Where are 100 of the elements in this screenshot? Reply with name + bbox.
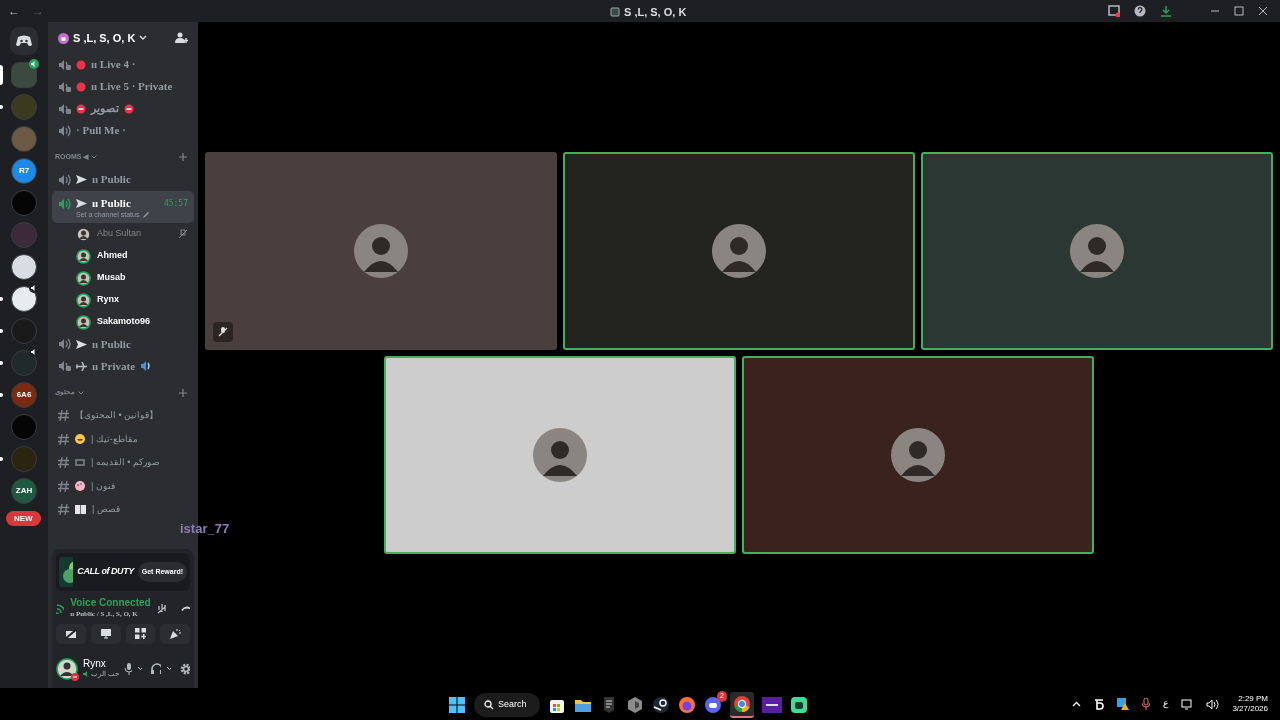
channel-item[interactable]: ıı Live 4 · [91, 56, 136, 73]
pencil-icon[interactable] [142, 211, 150, 219]
channel-item[interactable]: | قصص [92, 503, 120, 517]
user-avatar [712, 224, 766, 278]
shield-warning-icon[interactable] [1117, 698, 1130, 710]
clock-time[interactable]: 2:29 PM [1238, 694, 1268, 704]
dot-icon [76, 81, 86, 92]
channel-item[interactable]: | مقاطع-تيك [91, 432, 138, 446]
channel-item[interactable]: | فنون [91, 479, 115, 493]
dnd-status-icon [71, 672, 79, 681]
server-icon[interactable]: R7 [11, 158, 37, 184]
volume-icon[interactable] [1206, 698, 1220, 710]
screen-share-icon [99, 628, 112, 639]
add-member-icon[interactable] [175, 32, 188, 44]
voice-connected-label: Voice Connected [70, 597, 151, 609]
headphones-icon[interactable] [151, 662, 161, 675]
camera-off-button[interactable] [56, 623, 86, 644]
add-channel-icon[interactable] [179, 388, 187, 397]
muted-icon [218, 327, 228, 337]
settings-icon[interactable] [180, 662, 190, 675]
discord-taskbar-icon[interactable] [704, 696, 722, 714]
screen-share-button[interactable] [90, 623, 121, 644]
channel-item[interactable]: ıı Public [92, 171, 131, 188]
hexagon-icon[interactable] [626, 696, 644, 714]
camera-off-icon [64, 628, 77, 639]
inbox-icon[interactable] [1108, 5, 1120, 17]
server-icon[interactable] [11, 254, 37, 280]
server-name[interactable]: S ,L, S, O, K [73, 29, 136, 47]
promo-title: CALL of DUTY [77, 565, 134, 579]
server-label: ZAH [15, 485, 33, 497]
video-tile[interactable] [921, 152, 1273, 350]
steam-icon[interactable] [652, 696, 670, 714]
taskbar-search[interactable]: Search [474, 693, 540, 717]
user-avatar[interactable] [56, 657, 78, 680]
window-title: S ,L, S, O, K [624, 5, 687, 20]
soundboard-icon [169, 627, 182, 640]
member-name[interactable]: Rynx [97, 293, 119, 307]
film-icon [75, 458, 85, 468]
network-icon[interactable] [1181, 698, 1194, 710]
channel-item[interactable]: | صوركم • القديمه [91, 456, 160, 470]
arrow-icon [76, 175, 87, 184]
no-entry-icon [124, 103, 134, 114]
channel-item[interactable]: ıı Private [92, 357, 136, 375]
clock-date[interactable]: 3/27/2026 [1232, 704, 1268, 714]
home-button[interactable] [10, 27, 38, 55]
app-icon[interactable] [790, 696, 808, 714]
call-timer: 45:57 [163, 197, 188, 210]
app-tray-icon[interactable] [1094, 698, 1105, 710]
laughing-emoji-icon [75, 434, 85, 445]
chevron-up-icon[interactable] [1072, 701, 1082, 707]
hash-icon [58, 457, 69, 469]
soundboard-button[interactable] [160, 623, 190, 644]
server-icon[interactable]: 6A6 [11, 382, 37, 408]
activities-button[interactable] [125, 623, 156, 644]
add-channel-icon[interactable] [179, 153, 187, 161]
channel-item[interactable]: ıı Public [92, 335, 131, 353]
search-icon [484, 700, 494, 710]
member-name[interactable]: Musab [97, 271, 126, 285]
close-icon[interactable] [1258, 6, 1268, 16]
server-icon[interactable] [11, 62, 37, 88]
dot-icon [76, 59, 86, 70]
user-avatar [1070, 224, 1124, 278]
server-icon[interactable] [11, 286, 37, 312]
gamepad-icon [16, 35, 32, 47]
member-name[interactable]: Sakamoto96 [97, 315, 151, 329]
video-tile[interactable] [742, 356, 1094, 554]
channel-item[interactable]: 【قوانين • المحتوى】 [75, 409, 159, 423]
hash-icon [58, 480, 69, 492]
microphone-icon[interactable] [1142, 698, 1151, 710]
speaker-icon [83, 671, 89, 677]
firefox-icon[interactable] [678, 696, 696, 714]
book-icon [75, 505, 86, 515]
chrome-taskbar-button[interactable] [730, 692, 754, 718]
user-avatar [891, 428, 945, 482]
signal-icon [56, 602, 65, 615]
back-arrow[interactable]: ← [8, 2, 20, 20]
chevron-down-icon[interactable] [136, 666, 143, 671]
start-icon[interactable] [448, 696, 466, 714]
language-indicator[interactable]: ع [1163, 697, 1169, 711]
maximize-icon[interactable] [1234, 6, 1244, 16]
download-icon[interactable] [1160, 5, 1172, 17]
video-tile[interactable] [563, 152, 915, 350]
microphone-icon[interactable] [123, 662, 132, 675]
app-icon[interactable] [762, 697, 782, 713]
video-tile[interactable] [205, 152, 557, 350]
channel-item[interactable]: · Pull Me · [76, 122, 126, 139]
help-icon[interactable] [1134, 5, 1146, 17]
noise-suppression-icon[interactable] [156, 602, 167, 615]
video-tile[interactable] [384, 356, 736, 554]
hash-icon [58, 410, 69, 422]
member-name[interactable]: Abu Sultan [97, 227, 142, 241]
channel-item[interactable]: ıı Live 5 · Private [91, 78, 173, 95]
server-icon [610, 7, 620, 18]
member-name[interactable]: Ahmed [97, 249, 128, 263]
chevron-down-icon[interactable] [165, 666, 172, 671]
channel-item[interactable]: تصوير [91, 100, 119, 117]
activities-icon [134, 628, 146, 639]
disconnect-icon[interactable] [180, 604, 190, 613]
server-icon[interactable]: ZAH [11, 478, 37, 504]
channel-name: ıı Public [92, 196, 131, 212]
